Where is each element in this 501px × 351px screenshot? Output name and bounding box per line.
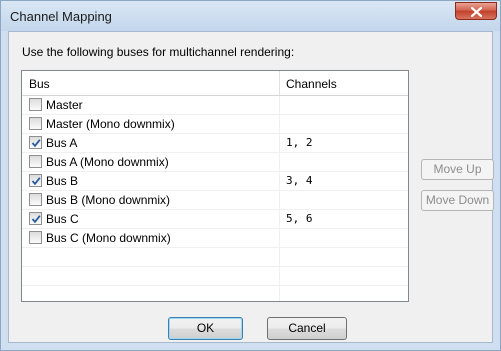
close-button[interactable] <box>455 2 497 20</box>
bus-checkbox[interactable] <box>29 193 42 206</box>
dialog-window: Channel Mapping Use the following buses … <box>0 0 501 351</box>
title-bar[interactable]: Channel Mapping <box>1 1 500 31</box>
bus-checkbox[interactable] <box>29 117 42 130</box>
close-icon <box>471 7 482 17</box>
row-divider <box>279 172 280 190</box>
bus-label: Bus C <box>46 212 79 226</box>
cancel-button[interactable]: Cancel <box>267 317 347 340</box>
list-row[interactable]: Master <box>22 96 408 115</box>
empty-row <box>22 267 408 286</box>
bus-label: Bus A <box>46 136 78 150</box>
instruction-text: Use the following buses for multichannel… <box>22 45 295 59</box>
empty-row <box>22 286 408 301</box>
list-row[interactable]: Bus C (Mono downmix) <box>22 229 408 248</box>
check-icon <box>31 215 41 224</box>
list-row[interactable]: Bus B (Mono downmix) <box>22 191 408 210</box>
bus-label: Bus A (Mono downmix) <box>46 155 169 169</box>
list-header: Bus Channels <box>22 71 408 96</box>
list-row[interactable]: Bus C 5, 6 <box>22 210 408 229</box>
bus-label: Bus C (Mono downmix) <box>46 231 171 245</box>
window-title: Channel Mapping <box>10 9 112 24</box>
list-row[interactable]: Bus A (Mono downmix) <box>22 153 408 172</box>
list-row[interactable]: Bus B 3, 4 <box>22 172 408 191</box>
bus-checkbox[interactable] <box>29 136 42 149</box>
column-header-bus[interactable]: Bus <box>29 77 50 91</box>
row-divider <box>279 134 280 152</box>
dialog-body: Use the following buses for multichannel… <box>8 31 494 343</box>
channels-value: 5, 6 <box>286 212 313 225</box>
list-row[interactable]: Bus A 1, 2 <box>22 134 408 153</box>
bus-list[interactable]: Bus Channels Master Master (Mono downmix… <box>21 70 409 302</box>
bus-checkbox[interactable] <box>29 98 42 111</box>
row-divider <box>279 267 280 285</box>
channels-value: 3, 4 <box>286 174 313 187</box>
column-header-channels[interactable]: Channels <box>286 77 337 91</box>
bus-checkbox[interactable] <box>29 155 42 168</box>
empty-row <box>22 248 408 267</box>
row-divider <box>279 286 280 301</box>
ok-button[interactable]: OK <box>168 317 243 340</box>
bus-checkbox[interactable] <box>29 174 42 187</box>
row-divider <box>279 210 280 228</box>
row-divider <box>279 153 280 171</box>
bus-label: Bus B (Mono downmix) <box>46 193 171 207</box>
check-icon <box>31 177 41 186</box>
row-divider <box>279 229 280 247</box>
row-divider <box>279 191 280 209</box>
bus-label: Master (Mono downmix) <box>46 117 175 131</box>
bus-checkbox[interactable] <box>29 231 42 244</box>
row-divider <box>279 96 280 114</box>
bus-label: Bus B <box>46 174 79 188</box>
list-row[interactable]: Master (Mono downmix) <box>22 115 408 134</box>
column-divider[interactable] <box>279 71 280 95</box>
move-up-button[interactable]: Move Up <box>421 159 494 180</box>
move-down-button[interactable]: Move Down <box>421 190 494 211</box>
channels-value: 1, 2 <box>286 136 313 149</box>
bus-checkbox[interactable] <box>29 212 42 225</box>
check-icon <box>31 139 41 148</box>
bus-label: Master <box>46 98 83 112</box>
row-divider <box>279 248 280 266</box>
row-divider <box>279 115 280 133</box>
